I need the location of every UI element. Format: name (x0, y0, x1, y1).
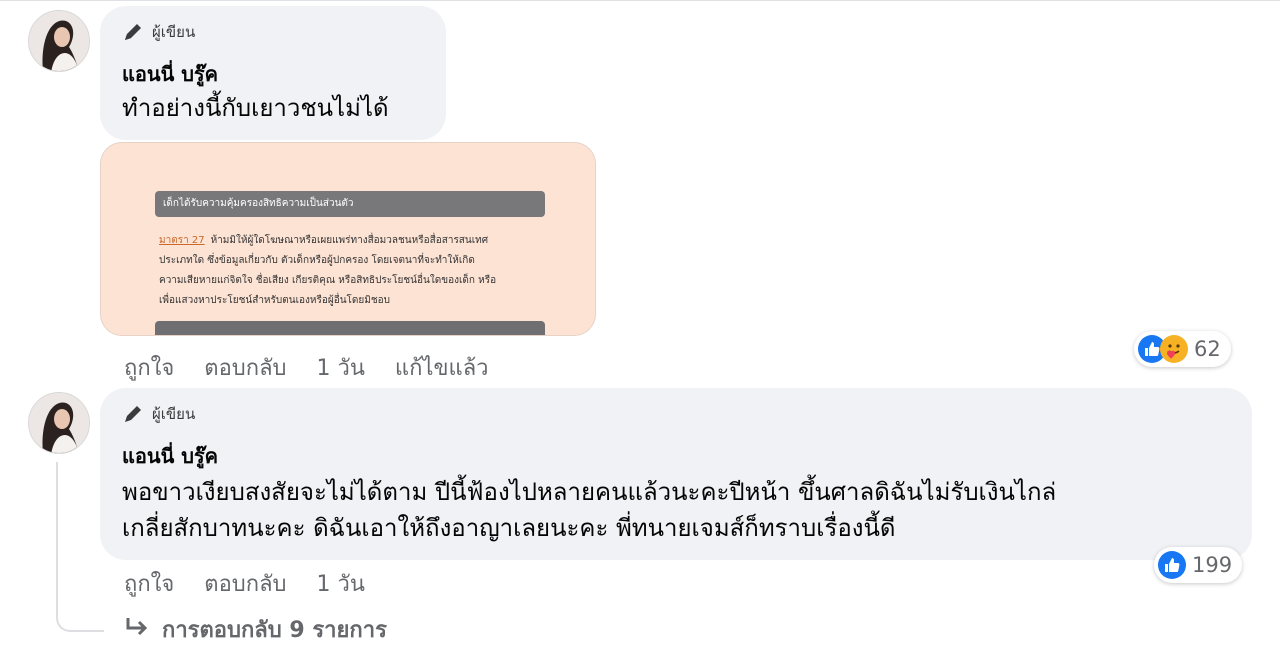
reply-arrow-icon (124, 616, 150, 644)
avatar[interactable] (28, 10, 90, 72)
pen-icon (122, 21, 144, 43)
author-role-badge: ผู้เขียน (122, 402, 195, 426)
attachment-image[interactable]: เด็กได้รับความคุ้มครองสิทธิความเป็นส่วนต… (100, 142, 596, 336)
thread-connector (56, 462, 104, 632)
comment-actions: ถูกใจ ตอบกลับ 1 วัน (124, 566, 395, 601)
view-replies-label: การตอบกลับ 9 รายการ (162, 618, 387, 643)
author-name[interactable]: แอนนี่ บรู๊ค (122, 58, 218, 90)
attachment-line: ห้ามมิให้ผู้ใดโฆษณาหรือเผยแพร่ทางสื่อมวล… (210, 235, 489, 246)
attachment-line: ความเสียหายแก่จิตใจ ชื่อเสียง เกียรติคุณ… (159, 275, 497, 286)
reaction-summary[interactable]: 62 (1134, 331, 1231, 367)
author-role-badge: ผู้เขียน (122, 20, 195, 44)
attachment-text: มาตรา 27 ห้ามมิให้ผู้ใดโฆษณาหรือเผยแพร่ทา… (159, 231, 549, 311)
like-button[interactable]: ถูกใจ (124, 350, 174, 385)
reaction-count: 62 (1194, 337, 1221, 361)
comment-actions: ถูกใจ ตอบกลับ 1 วัน แก้ไขแล้ว (124, 350, 519, 385)
avatar[interactable] (28, 392, 90, 454)
timestamp-link[interactable]: 1 วัน (317, 566, 365, 601)
attachment-footer-bar (155, 321, 545, 335)
top-divider (0, 0, 1280, 1)
comment-text: ทำอย่างนี้กับเยาวชนไม่ได้ (122, 94, 389, 122)
view-replies-link[interactable]: การตอบกลับ 9 รายการ (124, 612, 387, 647)
comment-bubble: ผู้เขียน แอนนี่ บรู๊ค ทำอย่างนี้กับเยาวช… (100, 6, 446, 140)
reaction-summary[interactable]: 199 (1154, 547, 1243, 583)
reaction-count: 199 (1192, 553, 1233, 577)
author-role-label: ผู้เขียน (152, 405, 196, 423)
care-icon (1160, 335, 1188, 363)
like-button[interactable]: ถูกใจ (124, 566, 174, 601)
like-icon (1158, 551, 1186, 579)
comment-text: พอขาวเงียบสงสัยจะไม่ได้ตาม ปีนี้ฟ้องไปหล… (122, 478, 1057, 542)
attachment-section: มาตรา 27 (159, 235, 205, 246)
reply-button[interactable]: ตอบกลับ (204, 566, 286, 601)
author-name[interactable]: แอนนี่ บรู๊ค (122, 440, 218, 472)
attachment-header: เด็กได้รับความคุ้มครองสิทธิความเป็นส่วนต… (155, 191, 545, 217)
comment-bubble: ผู้เขียน แอนนี่ บรู๊ค พอขาวเงียบสงสัยจะไ… (100, 388, 1252, 560)
author-role-label: ผู้เขียน (152, 23, 196, 41)
pen-icon (122, 403, 144, 425)
edited-label[interactable]: แก้ไขแล้ว (395, 350, 489, 385)
reply-button[interactable]: ตอบกลับ (204, 350, 286, 385)
timestamp-link[interactable]: 1 วัน (317, 350, 365, 385)
attachment-line: ประเภทใด ซึ่งข้อมูลเกี่ยวกับ ตัวเด็กหรือ… (159, 255, 475, 266)
attachment-line: เพื่อแสวงหาประโยชน์สำหรับตนเองหรือผู้อื่… (159, 295, 391, 306)
